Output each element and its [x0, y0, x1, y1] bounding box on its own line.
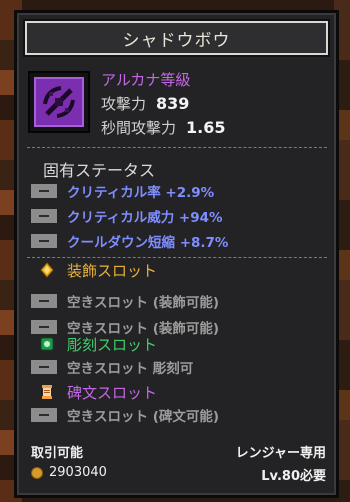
item-grade: アルカナ等級 — [101, 71, 191, 89]
rune-slot-title: 碑文スロット — [67, 383, 158, 402]
unique-stat-row: クリティカル率 +2.9% — [31, 181, 214, 201]
dash-icon — [31, 408, 57, 422]
unique-stat-label: クリティカル率 +2.9% — [67, 185, 215, 201]
tradable-label: 取引可能 — [31, 446, 84, 461]
engrave-slot-header: 彫刻スロット — [39, 333, 157, 355]
engrave-slot-title: 彫刻スロット — [67, 335, 158, 354]
diamond-gem-icon — [39, 262, 55, 278]
unique-stats-title: 固有ステータス — [43, 161, 156, 180]
dash-icon — [31, 294, 57, 308]
dash-icon — [31, 234, 57, 248]
dps-value: 1.65 — [186, 118, 226, 137]
dash-icon — [31, 320, 57, 334]
attack-label: 攻撃力 — [101, 95, 147, 113]
empty-slot-row: 空きスロット (碑文可能) — [31, 405, 219, 425]
dash-icon — [31, 209, 57, 223]
accessory-slot-header: 装飾スロット — [39, 259, 157, 281]
scroll-icon — [39, 384, 55, 400]
unique-stat-label: クリティカル威力 +94% — [67, 210, 223, 226]
green-gem-icon — [39, 336, 55, 352]
divider — [27, 257, 327, 258]
dash-icon — [31, 184, 57, 198]
empty-slot-row: 空きスロット 彫刻可 — [31, 357, 193, 377]
attack-value: 839 — [156, 94, 190, 113]
unique-stat-row: クリティカル威力 +94% — [31, 206, 223, 226]
price-row: 2903040 — [31, 465, 107, 480]
dps-stat: 秒間攻撃力 1.65 — [101, 117, 226, 138]
dps-label: 秒間攻撃力 — [101, 119, 177, 137]
price-value: 2903040 — [49, 465, 107, 480]
dash-icon — [31, 360, 57, 374]
level-requirement: Lv.80必要 — [261, 469, 326, 484]
unique-stat-row: クールダウン短縮 +8.7% — [31, 231, 228, 251]
unique-stat-label: クールダウン短縮 +8.7% — [67, 235, 229, 251]
empty-slot-label: 空きスロット (装飾可能) — [67, 295, 220, 311]
accessory-slot-title: 装飾スロット — [67, 261, 158, 280]
item-name-title: シャドウボウ — [25, 21, 328, 55]
rune-slot-header: 碑文スロット — [39, 381, 157, 403]
shadow-bow-icon — [34, 77, 84, 127]
item-tooltip-panel: シャドウボウ アルカナ等級 攻撃力 839 秒間攻撃力 1.65 固有ステータス ク… — [14, 10, 339, 498]
divider — [27, 147, 327, 148]
empty-slot-row: 空きスロット (装飾可能) — [31, 291, 219, 311]
coin-icon — [31, 466, 43, 479]
attack-stat: 攻撃力 839 — [101, 93, 189, 114]
class-restriction-label: レンジャー専用 — [235, 446, 326, 461]
empty-slot-label: 空きスロット 彫刻可 — [67, 361, 194, 377]
empty-slot-label: 空きスロット (碑文可能) — [67, 409, 220, 425]
item-icon-frame — [28, 71, 90, 133]
